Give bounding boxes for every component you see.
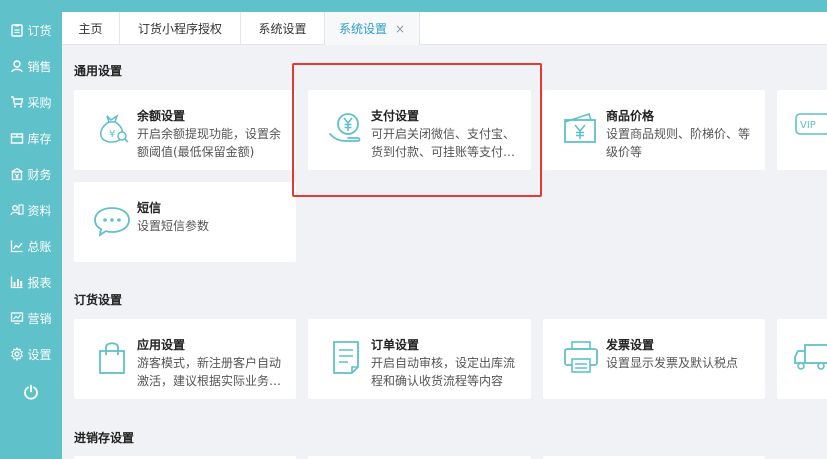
card-title: 商品价格 (606, 109, 655, 123)
tab-home[interactable]: 主页 (62, 12, 120, 45)
sidebar-item-ledger[interactable]: 总账 (0, 228, 62, 264)
gear-icon (11, 347, 24, 361)
card-payment-settings[interactable]: 支付设置 可开启关闭微信、支付宝、货到付款、可挂账等支付方式 (308, 90, 531, 170)
sidebar: 订货 销售 采购 库存 财务 资料 总账 报表 营销 设置 (0, 0, 62, 459)
ledger-chart-icon (11, 240, 23, 253)
tab-label: 系统设置 (258, 22, 307, 36)
card-sms[interactable]: 短信 设置短信参数 (74, 182, 296, 262)
section-title-inventory: 进销存设置 (74, 431, 135, 445)
marketing-icon (11, 312, 24, 325)
section-title-general: 通用设置 (74, 64, 123, 78)
printer-icon (564, 341, 598, 373)
tab-label: 系统设置 (338, 22, 387, 36)
money-bag-icon: ¥ (99, 114, 129, 143)
close-icon[interactable]: × (395, 22, 405, 36)
sidebar-item-report[interactable]: 报表 (0, 264, 62, 300)
card-desc: 设置短信参数 (137, 219, 210, 233)
vip-badge: VIP (800, 120, 816, 131)
finance-icon (11, 167, 24, 181)
sidebar-item-label: 订货 (27, 23, 52, 38)
sidebar-item-label: 报表 (27, 275, 52, 290)
card-title: 短信 (137, 201, 162, 215)
card-app-settings[interactable]: 应用设置 游客模式，新注册客户自动激活，建议根据实际业务设置 (74, 319, 296, 399)
section-title-order: 订货设置 (74, 293, 123, 307)
tab-mini-program-auth[interactable]: 订货小程序授权 (120, 12, 241, 45)
sidebar-item-label: 采购 (27, 95, 52, 110)
card-desc: 设置商品规则、阶梯价、等级价等 (606, 127, 751, 159)
sidebar-item-label: 库存 (27, 131, 52, 146)
card-title: 订单设置 (371, 338, 420, 352)
power-button[interactable] (0, 374, 62, 410)
person-icon (11, 60, 24, 73)
shopping-bag-icon (99, 342, 125, 374)
sidebar-item-label: 财务 (27, 167, 52, 182)
price-tag-icon (564, 112, 596, 143)
sidebar-item-settings[interactable]: 设置 (0, 336, 62, 372)
card-product-price[interactable]: 商品价格 设置商品规则、阶梯价、等级价等 (543, 90, 765, 170)
tab-label: 订货小程序授权 (137, 22, 222, 36)
card-title: 发票设置 (606, 338, 655, 352)
sidebar-item-purchase[interactable]: 采购 (0, 84, 62, 120)
card-desc: 设置显示发票及默认税点 (606, 356, 739, 370)
card-desc: 游客模式，新注册客户自动激活，建议根据实际业务设置 (137, 356, 282, 388)
card-balance-settings[interactable]: ¥ 余额设置 开启余额提现功能，设置余额阈值(最低保留金额) (74, 90, 296, 170)
power-icon (24, 384, 38, 400)
sidebar-item-label: 资料 (27, 203, 52, 218)
svg-text:¥: ¥ (109, 129, 115, 140)
sidebar-item-sales[interactable]: 销售 (0, 48, 62, 84)
sidebar-item-order[interactable]: 订货 (0, 12, 62, 48)
truck-icon (794, 344, 827, 370)
card-invoice-settings[interactable]: 发票设置 设置显示发票及默认税点 (543, 319, 765, 399)
card-vip[interactable]: VIP (777, 90, 827, 170)
tab-label: 主页 (78, 22, 103, 36)
cart-icon (11, 96, 24, 108)
sidebar-item-label: 销售 (27, 59, 52, 74)
sidebar-item-finance[interactable]: 财务 (0, 156, 62, 192)
sidebar-item-data[interactable]: 资料 (0, 192, 62, 228)
sidebar-item-label: 设置 (27, 347, 52, 362)
card-order-settings[interactable]: 订单设置 开启自动审核，设定出库流程和确认收货流程等内容 (308, 319, 531, 399)
sidebar-item-inventory[interactable]: 库存 (0, 120, 62, 156)
tab-system-settings[interactable]: 系统设置 (241, 12, 325, 45)
clipboard-icon (11, 24, 24, 37)
tab-system-settings-active[interactable]: 系统设置 × (325, 12, 420, 45)
card-delivery[interactable] (777, 319, 827, 399)
sidebar-item-label: 营销 (27, 311, 52, 326)
card-title: 余额设置 (137, 109, 186, 123)
sidebar-item-marketing[interactable]: 营销 (0, 300, 62, 336)
tab-bar: 主页 订货小程序授权 系统设置 系统设置 × (62, 12, 827, 45)
yuan-hand-icon (329, 113, 361, 142)
profile-card-icon (10, 204, 25, 216)
document-icon (333, 341, 359, 374)
vip-icon: VIP (795, 113, 827, 135)
top-strip (62, 0, 827, 12)
report-chart-icon (11, 276, 23, 289)
box-icon (11, 133, 24, 144)
card-title: 支付设置 (371, 109, 420, 123)
chat-bubble-icon (94, 207, 130, 237)
sidebar-item-label: 总账 (27, 239, 52, 254)
card-desc: 可开启关闭微信、支付宝、货到付款、可挂账等支付方式 (371, 127, 516, 159)
card-desc: 开启自动审核，设定出库流程和确认收货流程等内容 (371, 356, 516, 388)
card-title: 应用设置 (137, 338, 186, 352)
card-desc: 开启余额提现功能，设置余额阈值(最低保留金额) (137, 127, 282, 159)
